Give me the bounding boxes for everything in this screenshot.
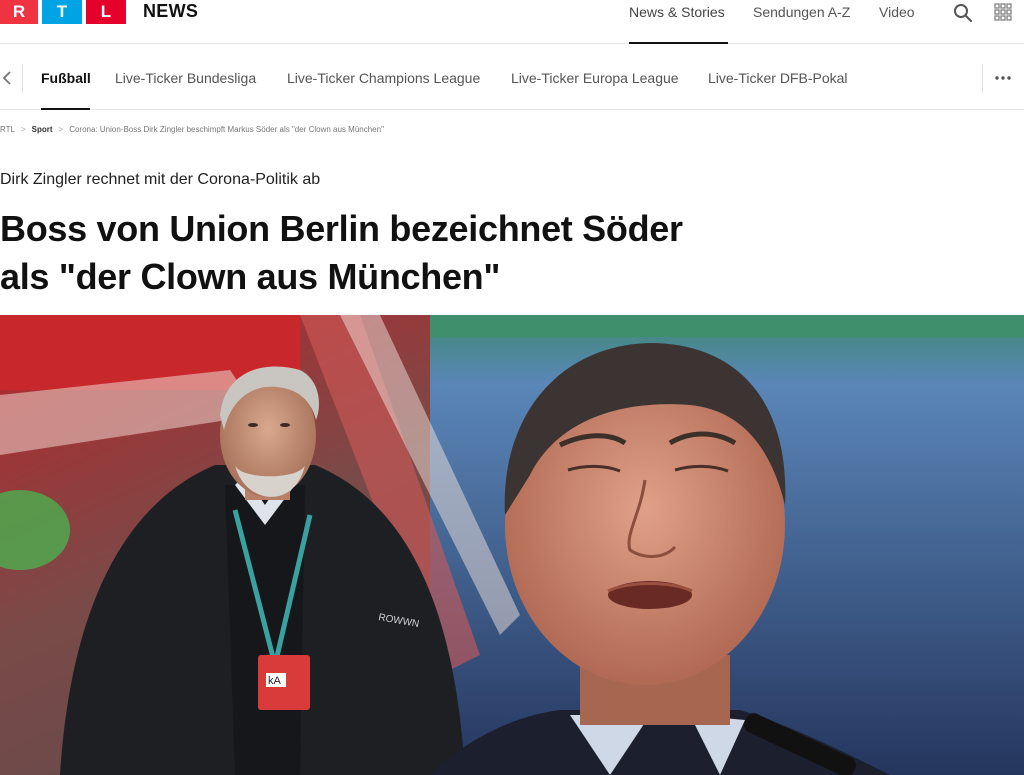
tab-active-indicator (41, 108, 90, 110)
tab-live-ticker-europa-league[interactable]: Live-Ticker Europa League (511, 70, 679, 86)
chevron-left-icon[interactable] (0, 68, 16, 88)
logo-letter-t: T (42, 0, 82, 24)
breadcrumb-sport[interactable]: Sport (32, 125, 53, 134)
headline-line-1: Boss von Union Berlin bezeichnet Söder (0, 208, 683, 249)
more-dots-icon[interactable] (994, 75, 1012, 81)
search-icon[interactable] (953, 3, 973, 23)
subnav-divider-right (982, 64, 983, 92)
breadcrumb-separator: > (20, 125, 26, 134)
rtl-logo[interactable]: R T L (0, 0, 126, 24)
brand-news[interactable]: NEWS (143, 1, 198, 22)
subnav-divider (22, 64, 23, 92)
logo-letter-r: R (0, 0, 38, 24)
hero-image[interactable]: kA ROWWN (0, 315, 1024, 775)
badge-text: kA (268, 675, 282, 687)
tab-live-ticker-dfb-pokal[interactable]: Live-Ticker DFB-Pokal (708, 70, 848, 86)
hero-photo: kA ROWWN (0, 315, 1024, 775)
article-kicker: Dirk Zingler rechnet mit der Corona-Poli… (0, 171, 321, 188)
nav-sendungen-a-z[interactable]: Sendungen A-Z (753, 4, 850, 20)
breadcrumb-rtl[interactable]: RTL (0, 125, 15, 134)
nav-video[interactable]: Video (879, 4, 915, 20)
nav-active-indicator (629, 42, 728, 44)
top-header: R T L NEWS News & Stories Sendungen A-Z … (0, 0, 1024, 44)
article-headline: Boss von Union Berlin bezeichnet Söder a… (0, 205, 760, 301)
tab-fussball[interactable]: Fußball (41, 70, 91, 86)
tab-live-ticker-champions-league[interactable]: Live-Ticker Champions League (287, 70, 480, 86)
logo-letter-l: L (86, 0, 126, 24)
breadcrumb-separator: > (58, 125, 64, 134)
breadcrumb-current: Corona: Union-Boss Dirk Zingler beschimp… (69, 125, 384, 134)
grid-menu-icon[interactable] (994, 3, 1012, 21)
headline-line-2: als "der Clown aus München" (0, 256, 501, 297)
nav-news-stories[interactable]: News & Stories (629, 4, 725, 20)
tab-live-ticker-bundesliga[interactable]: Live-Ticker Bundesliga (115, 70, 256, 86)
sport-subnav: Fußball Live-Ticker Bundesliga Live-Tick… (0, 46, 1024, 110)
breadcrumb: RTL > Sport > Corona: Union-Boss Dirk Zi… (0, 125, 384, 134)
